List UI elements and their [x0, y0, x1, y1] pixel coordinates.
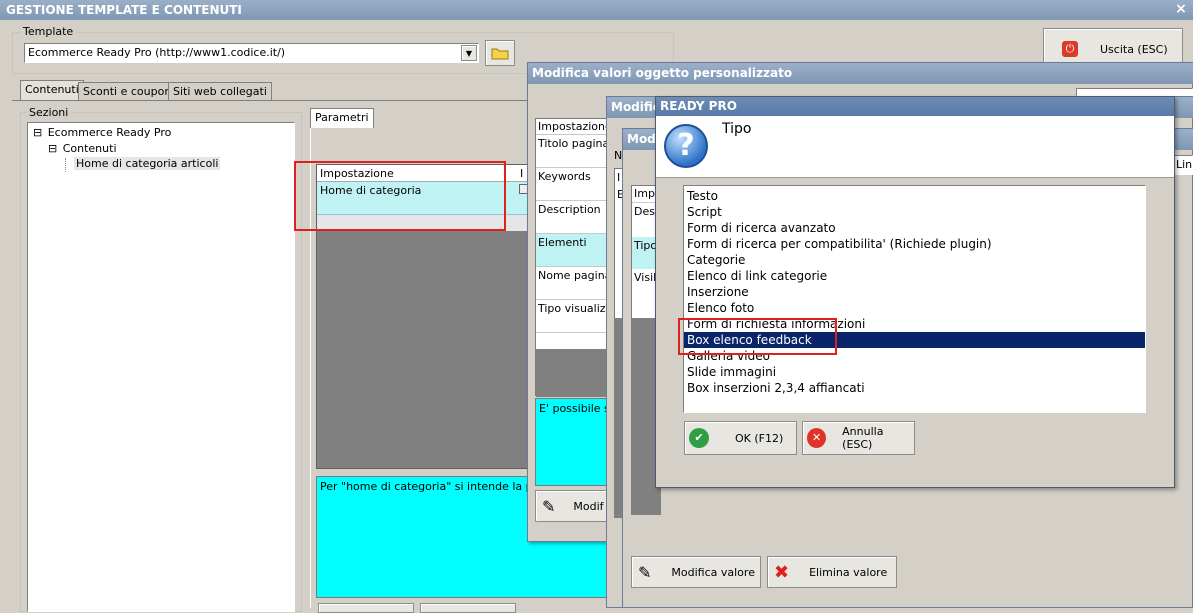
modify-value-button[interactable]: ✎ Modifica valore: [631, 556, 761, 588]
tree-root-label: Ecommerce Ready Pro: [47, 126, 172, 139]
question-icon: ?: [664, 124, 708, 168]
red-x-icon: ✖: [774, 561, 790, 583]
sections-tree[interactable]: ⊟ Ecommerce Ready Pro ⊟ Contenuti Home d…: [27, 122, 295, 612]
dialog-heading: Tipo: [722, 121, 752, 137]
params-header-second: I: [520, 167, 524, 180]
tab-siti-label: Siti web collegati: [173, 85, 267, 98]
folder-icon: [491, 48, 509, 60]
highlight-rect-grid: [294, 161, 506, 231]
delete-value-button[interactable]: ✖ Elimina valore: [767, 556, 897, 588]
tab-contenuti[interactable]: Contenuti: [20, 80, 84, 100]
tree-leaf-label: Home di categoria articoli: [76, 157, 219, 170]
params-bottom-button-2[interactable]: [420, 603, 516, 613]
edit-info-text: E' possibile spe: [539, 402, 614, 415]
edit-grid-empty-area: [536, 349, 614, 397]
highlight-rect-option: [678, 318, 837, 355]
main-title-bar: GESTIONE TEMPLATE E CONTENUTI: [0, 0, 1193, 20]
edit-row-nome-pagina[interactable]: Nome pagina p: [536, 267, 614, 300]
params-bottom-button-1[interactable]: [318, 603, 414, 613]
dialog-title: READY PRO: [660, 99, 737, 113]
template-select[interactable]: Ecommerce Ready Pro (http://www1.codice.…: [24, 43, 479, 63]
pencil-icon: ✎: [542, 496, 556, 516]
dialog-cancel-button[interactable]: ✕ Annulla (ESC): [802, 421, 915, 455]
tree-expander-icon[interactable]: ⊟: [33, 126, 42, 139]
tab-siti-web[interactable]: Siti web collegati: [168, 82, 272, 100]
tipo-option[interactable]: Form di ricerca avanzato: [684, 220, 1145, 236]
tree-leaf-node[interactable]: Home di categoria articoli: [74, 157, 221, 170]
edit-grid[interactable]: Impostazione Titolo pagina Keywords Desc…: [535, 118, 615, 397]
tipo-option[interactable]: Box inserzioni 2,3,4 affiancati: [684, 380, 1145, 396]
edit-window-title-bar: Modifica valori oggetto personalizzato: [528, 63, 1193, 84]
edit-row-keywords[interactable]: Keywords: [536, 168, 614, 201]
tipo-option[interactable]: Categorie: [684, 252, 1145, 268]
green-check-icon: ✔: [689, 428, 709, 448]
tipo-option[interactable]: Elenco foto: [684, 300, 1145, 316]
modify-value-label: Modifica valore: [671, 565, 755, 579]
tab-sconti-label: Sconti e coupon: [83, 85, 172, 98]
exit-button-label: Uscita (ESC): [1100, 42, 1168, 56]
tipo-option[interactable]: Form di ricerca per compatibilita' (Rich…: [684, 236, 1145, 252]
main-close-button[interactable]: ×: [1172, 1, 1190, 19]
edit-row-titolo[interactable]: Titolo pagina: [536, 135, 614, 168]
fourth-right-input[interactable]: Ling: [1173, 155, 1193, 175]
dialog-ok-label: OK (F12): [735, 431, 784, 445]
tab-divider: [12, 100, 607, 101]
main-window-title: GESTIONE TEMPLATE E CONTENUTI: [6, 3, 242, 17]
tree-child-node[interactable]: ⊟ Contenuti: [48, 142, 117, 155]
tipo-option[interactable]: Testo: [684, 188, 1145, 204]
tree-root-node[interactable]: ⊟ Ecommerce Ready Pro: [33, 126, 171, 139]
tipo-listbox[interactable]: Testo Script Form di ricerca avanzato Form …: [683, 185, 1146, 413]
template-label: Template: [20, 25, 77, 38]
edit-window-title: Modifica valori oggetto personalizzato: [532, 66, 793, 80]
pencil-icon: ✎: [638, 562, 652, 582]
tipo-option[interactable]: Inserzione: [684, 284, 1145, 300]
fourth-right-text: Ling: [1176, 158, 1193, 171]
tree-child-label: Contenuti: [62, 142, 117, 155]
tab-parametri-label: Parametri: [315, 111, 369, 124]
tab-parametri[interactable]: Parametri: [310, 108, 374, 129]
third-window-label: N: [614, 149, 623, 162]
chevron-down-icon: ▼: [465, 48, 473, 58]
edit-row-tipo-visualizza[interactable]: Tipo visualizza: [536, 300, 614, 333]
template-dropdown-button[interactable]: ▼: [461, 45, 477, 61]
tipo-option[interactable]: Script: [684, 204, 1145, 220]
tab-sconti-coupon[interactable]: Sconti e coupon: [78, 82, 177, 100]
dialog-title-bar: READY PRO: [656, 97, 1174, 116]
dialog-ok-button[interactable]: ✔ OK (F12): [684, 421, 797, 455]
tree-expander-icon[interactable]: ⊟: [48, 142, 57, 155]
edit-row-description[interactable]: Description: [536, 201, 614, 234]
edit-info-panel: E' possibile spe: [535, 398, 615, 486]
tipo-option[interactable]: Elenco di link categorie: [684, 268, 1145, 284]
tree-connector: [65, 158, 66, 172]
edit-modify-label: Modif: [573, 499, 604, 513]
edit-modify-button[interactable]: ✎ Modif: [535, 490, 615, 522]
sections-label: Sezioni: [26, 106, 72, 119]
delete-value-label: Elimina valore: [809, 565, 888, 579]
red-x-circle-icon: ✕: [807, 428, 827, 448]
edit-grid-header: Impostazione: [536, 119, 614, 135]
tipo-option[interactable]: Slide immagini: [684, 364, 1145, 380]
tipo-list: Testo Script Form di ricerca avanzato Form …: [684, 188, 1145, 396]
template-select-value: Ecommerce Ready Pro (http://www1.codice.…: [28, 46, 286, 59]
power-icon: ⏻: [1062, 41, 1078, 57]
dialog-cancel-label: Annulla (ESC): [842, 425, 884, 451]
edit-row-elementi[interactable]: Elementi: [536, 234, 614, 267]
tab-contenuti-label: Contenuti: [25, 83, 79, 96]
third-window-title: Modific: [611, 100, 660, 114]
open-folder-button[interactable]: [485, 40, 515, 66]
